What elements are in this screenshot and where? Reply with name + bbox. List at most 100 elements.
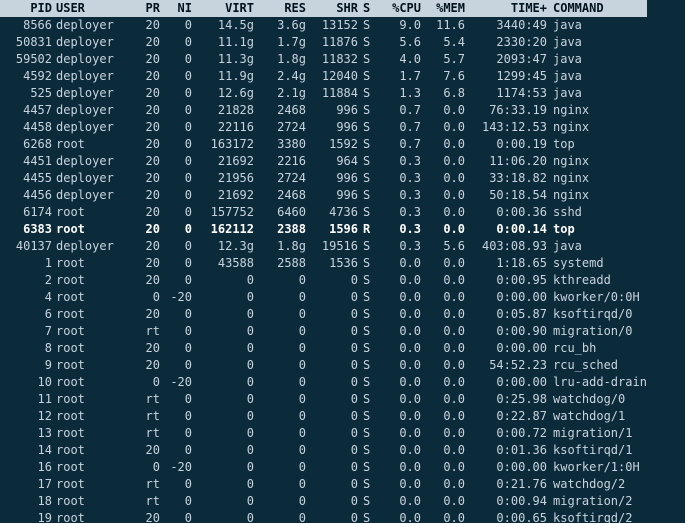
col-cmd[interactable]: COMMAND	[549, 0, 647, 17]
cell-pid: 16	[0, 459, 56, 476]
col-mem[interactable]: %MEM	[423, 0, 467, 17]
table-row[interactable]: 4457deployer200218282468996S0.70.076:33.…	[0, 102, 647, 119]
cell-virt: 0	[194, 425, 256, 442]
cell-pr: 20	[132, 272, 162, 289]
cell-mem: 5.7	[423, 51, 467, 68]
table-row[interactable]: 8root200000S0.00.00:00.00rcu_bh	[0, 340, 647, 357]
process-table[interactable]: PID USER PR NI VIRT RES SHR S %CPU %MEM …	[0, 0, 647, 523]
table-row[interactable]: 14root200000S0.00.00:01.36ksoftirqd/1	[0, 442, 647, 459]
cell-virt: 0	[194, 323, 256, 340]
cell-virt: 162112	[194, 221, 256, 238]
table-row[interactable]: 4592deployer20011.9g2.4g12040S1.77.61299…	[0, 68, 647, 85]
table-row[interactable]: 19root200000S0.00.00:00.65ksoftirqd/2	[0, 510, 647, 523]
cell-pid: 2	[0, 272, 56, 289]
cell-res: 2468	[256, 187, 308, 204]
col-cpu[interactable]: %CPU	[379, 0, 423, 17]
table-row[interactable]: 50831deployer20011.1g1.7g11876S5.65.4233…	[0, 34, 647, 51]
cell-ni: 0	[162, 476, 194, 493]
table-row[interactable]: 11rootrt0000S0.00.00:25.98watchdog/0	[0, 391, 647, 408]
table-row[interactable]: 525deployer20012.6g2.1g11884S1.36.81174:…	[0, 85, 647, 102]
col-time[interactable]: TIME+	[467, 0, 549, 17]
cell-mem: 0.0	[423, 340, 467, 357]
table-row[interactable]: 4458deployer200221162724996S0.70.0143:12…	[0, 119, 647, 136]
cell-s: S	[360, 408, 379, 425]
cell-time: 0:00.19	[467, 136, 549, 153]
cell-user: deployer	[56, 238, 132, 255]
col-pid[interactable]: PID	[0, 0, 56, 17]
table-row[interactable]: 4455deployer200219562724996S0.30.033:18.…	[0, 170, 647, 187]
col-res[interactable]: RES	[256, 0, 308, 17]
table-row[interactable]: 8566deployer20014.5g3.6g13152S9.011.6344…	[0, 17, 647, 34]
cell-mem: 0.0	[423, 170, 467, 187]
cell-pid: 6174	[0, 204, 56, 221]
cell-s: S	[360, 187, 379, 204]
table-row[interactable]: 12rootrt0000S0.00.00:22.87watchdog/1	[0, 408, 647, 425]
table-row[interactable]: 4451deployer200216922216964S0.30.011:06.…	[0, 153, 647, 170]
cell-ni: 0	[162, 221, 194, 238]
col-shr[interactable]: SHR	[308, 0, 360, 17]
cell-pr: 20	[132, 85, 162, 102]
table-row[interactable]: 13rootrt0000S0.00.00:00.72migration/1	[0, 425, 647, 442]
cell-ni: 0	[162, 136, 194, 153]
table-row[interactable]: 7rootrt0000S0.00.00:00.90migration/0	[0, 323, 647, 340]
cell-mem: 0.0	[423, 306, 467, 323]
cell-time: 0:00.95	[467, 272, 549, 289]
cell-res: 2468	[256, 102, 308, 119]
cell-user: root	[56, 357, 132, 374]
cell-mem: 0.0	[423, 442, 467, 459]
cell-res: 0	[256, 340, 308, 357]
cell-ni: 0	[162, 391, 194, 408]
cell-cpu: 5.6	[379, 34, 423, 51]
cell-shr: 0	[308, 306, 360, 323]
col-user[interactable]: USER	[56, 0, 132, 17]
cell-virt: 21956	[194, 170, 256, 187]
cell-time: 0:00.00	[467, 374, 549, 391]
cell-pid: 4455	[0, 170, 56, 187]
cell-pr: 20	[132, 340, 162, 357]
col-s[interactable]: S	[360, 0, 379, 17]
cell-user: deployer	[56, 119, 132, 136]
cell-ni: 0	[162, 34, 194, 51]
table-row[interactable]: 59502deployer20011.3g1.8g11832S4.05.7209…	[0, 51, 647, 68]
cell-virt: 12.3g	[194, 238, 256, 255]
cell-mem: 0.0	[423, 255, 467, 272]
table-row[interactable]: 6268root20016317233801592S0.70.00:00.19t…	[0, 136, 647, 153]
cell-cmd: systemd	[549, 255, 647, 272]
col-pr[interactable]: PR	[132, 0, 162, 17]
cell-s: S	[360, 51, 379, 68]
col-virt[interactable]: VIRT	[194, 0, 256, 17]
cell-s: S	[360, 85, 379, 102]
cell-pid: 8	[0, 340, 56, 357]
cell-time: 0:00.00	[467, 459, 549, 476]
cell-mem: 0.0	[423, 408, 467, 425]
table-row[interactable]: 16root0-20000S0.00.00:00.00kworker/1:0H	[0, 459, 647, 476]
cell-ni: 0	[162, 102, 194, 119]
cell-res: 2588	[256, 255, 308, 272]
table-row[interactable]: 6174root20015775264604736S0.30.00:00.36s…	[0, 204, 647, 221]
cell-cpu: 0.0	[379, 391, 423, 408]
table-row[interactable]: 6root200000S0.00.00:05.87ksoftirqd/0	[0, 306, 647, 323]
cell-time: 0:01.36	[467, 442, 549, 459]
table-row[interactable]: 10root0-20000S0.00.00:00.00lru-add-drain	[0, 374, 647, 391]
table-row[interactable]: 4456deployer200216922468996S0.30.050:18.…	[0, 187, 647, 204]
table-row[interactable]: 17rootrt0000S0.00.00:21.76watchdog/2	[0, 476, 647, 493]
col-ni[interactable]: NI	[162, 0, 194, 17]
cell-pid: 1	[0, 255, 56, 272]
cell-res: 6460	[256, 204, 308, 221]
cell-virt: 0	[194, 306, 256, 323]
table-row[interactable]: 9root200000S0.00.054:52.23rcu_sched	[0, 357, 647, 374]
cell-s: S	[360, 493, 379, 510]
table-row[interactable]: 40137deployer20012.3g1.8g19516S0.35.6403…	[0, 238, 647, 255]
column-headers[interactable]: PID USER PR NI VIRT RES SHR S %CPU %MEM …	[0, 0, 647, 17]
table-row[interactable]: 2root200000S0.00.00:00.95kthreadd	[0, 272, 647, 289]
table-row[interactable]: 6383root20016211223881596R0.30.00:00.14t…	[0, 221, 647, 238]
cell-user: deployer	[56, 51, 132, 68]
cell-res: 2724	[256, 170, 308, 187]
cell-user: deployer	[56, 153, 132, 170]
table-row[interactable]: 1root2004358825881536S0.00.01:18.65syste…	[0, 255, 647, 272]
cell-shr: 0	[308, 459, 360, 476]
cell-pid: 11	[0, 391, 56, 408]
table-row[interactable]: 4root0-20000S0.00.00:00.00kworker/0:0H	[0, 289, 647, 306]
table-row[interactable]: 18rootrt0000S0.00.00:00.94migration/2	[0, 493, 647, 510]
cell-cpu: 0.3	[379, 204, 423, 221]
